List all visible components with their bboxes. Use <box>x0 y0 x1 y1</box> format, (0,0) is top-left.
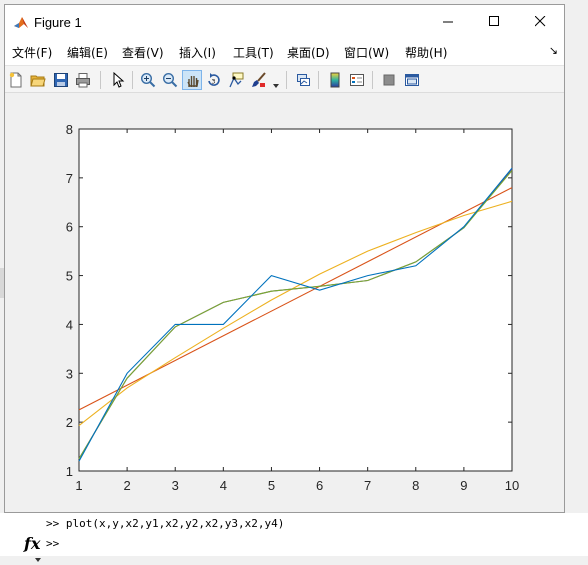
y-tick-label: 1 <box>66 464 73 479</box>
zoom-in-icon[interactable] <box>138 70 158 90</box>
data-cursor-icon[interactable] <box>226 70 246 90</box>
menu-bar: 文件(F) 编辑(E) 查看(V) 插入(I) 工具(T) 桌面(D) 窗口(W… <box>5 40 564 65</box>
toolbar-separator <box>100 71 101 89</box>
menu-edit[interactable]: 编辑(E) <box>67 44 108 61</box>
x-tick-label: 3 <box>172 478 179 493</box>
minimize-button[interactable] <box>425 5 471 40</box>
command-window[interactable]: >> plot(x,y,x2,y1,x2,y2,x2,y3,x2,y4) fx … <box>0 513 588 562</box>
menu-view[interactable]: 查看(V) <box>122 44 164 61</box>
x-tick-label: 9 <box>460 478 467 493</box>
fx-dropdown-icon[interactable] <box>35 551 41 565</box>
close-button[interactable] <box>517 5 563 40</box>
axes-box <box>78 128 513 472</box>
minimize-icon <box>442 16 454 30</box>
toolbar-separator <box>372 71 373 89</box>
save-icon[interactable] <box>51 70 71 90</box>
plot-area: 1 2 3 4 5 6 7 8 9 10 1 2 3 4 5 6 7 8 <box>5 93 564 512</box>
menu-help[interactable]: 帮助(H) <box>405 44 447 61</box>
command-history-line: >> plot(x,y,x2,y1,x2,y2,x2,y3,x2,y4) <box>46 517 285 530</box>
svg-text:3: 3 <box>212 79 216 86</box>
y-tick-label: 8 <box>66 122 73 137</box>
y-tick-label: 7 <box>66 171 73 186</box>
zoom-out-icon[interactable] <box>160 70 180 90</box>
menu-insert[interactable]: 插入(I) <box>179 44 216 61</box>
x-tick-label: 5 <box>268 478 275 493</box>
close-icon <box>534 15 546 30</box>
toolbar-separator <box>132 71 133 89</box>
rotate-3d-icon[interactable]: 3 <box>204 70 224 90</box>
x-tick-label: 6 <box>316 478 323 493</box>
colorbar-icon[interactable] <box>325 70 345 90</box>
x-tick-label: 2 <box>123 478 130 493</box>
maximize-icon <box>488 15 500 30</box>
link-plot-icon[interactable] <box>293 70 313 90</box>
x-tick-label: 1 <box>75 478 82 493</box>
title-bar[interactable]: Figure 1 <box>5 5 564 40</box>
new-figure-icon[interactable] <box>6 70 26 90</box>
legend-icon[interactable] <box>347 70 367 90</box>
open-file-icon[interactable] <box>28 70 48 90</box>
x-tick-label: 10 <box>505 478 519 493</box>
menu-desktop[interactable]: 桌面(D) <box>287 44 330 61</box>
y-tick-label: 6 <box>66 220 73 235</box>
command-prompt[interactable]: >> <box>46 537 59 550</box>
brush-dropdown-icon[interactable] <box>273 77 279 91</box>
y-tick-label: 5 <box>66 269 73 284</box>
figure-window: Figure 1 文件(F) 编辑(E) 查看(V) 插入(I) 工具(T) 桌… <box>4 4 565 513</box>
y-tick-label: 2 <box>66 415 73 430</box>
window-title: Figure 1 <box>34 15 82 30</box>
toolbar-separator <box>318 71 319 89</box>
hide-tools-icon[interactable] <box>379 70 399 90</box>
x-tick-label: 4 <box>220 478 227 493</box>
toolbar-separator <box>286 71 287 89</box>
menu-tools[interactable]: 工具(T) <box>233 44 274 61</box>
y-tick-label: 4 <box>66 317 73 332</box>
x-tick-label: 7 <box>364 478 371 493</box>
figure-toolbar: 3 <box>5 65 564 93</box>
x-tick-label: 8 <box>412 478 419 493</box>
show-tools-icon[interactable] <box>402 70 422 90</box>
matlab-logo-icon <box>13 15 29 31</box>
line-chart[interactable]: 1 2 3 4 5 6 7 8 9 10 1 2 3 4 5 6 7 8 <box>5 93 564 512</box>
pan-hand-icon[interactable] <box>182 70 202 90</box>
maximize-button[interactable] <box>471 5 517 40</box>
menu-file[interactable]: 文件(F) <box>12 44 52 61</box>
y-tick-label: 3 <box>66 366 73 381</box>
pointer-icon[interactable] <box>107 70 127 90</box>
print-icon[interactable] <box>73 70 93 90</box>
dock-arrow-icon[interactable]: ↘ <box>549 44 558 57</box>
brush-icon[interactable] <box>249 70 269 90</box>
menu-window[interactable]: 窗口(W) <box>344 44 389 61</box>
